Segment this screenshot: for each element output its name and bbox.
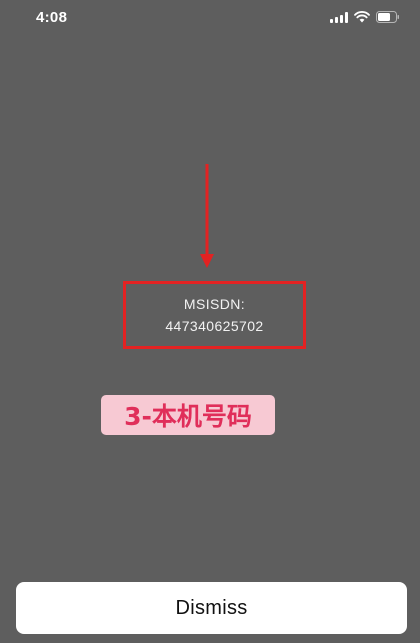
status-time: 4:08 xyxy=(36,9,68,26)
alert-screen: 4:08 MSISDN: 447340625702 3-本机号码 Dismiss xyxy=(0,0,420,643)
battery-icon xyxy=(376,11,400,23)
status-bar: 4:08 xyxy=(0,0,420,36)
msisdn-label: MSISDN: xyxy=(183,296,246,312)
dismiss-button[interactable]: Dismiss xyxy=(16,582,407,634)
red-arrow-annotation xyxy=(199,164,215,275)
msisdn-value: 447340625702 xyxy=(165,318,264,334)
annotation-label: 3-本机号码 xyxy=(101,395,275,435)
status-icons xyxy=(330,11,400,23)
msisdn-highlight-box: MSISDN: 447340625702 xyxy=(123,281,306,349)
cellular-signal-icon xyxy=(330,11,348,23)
wifi-icon xyxy=(354,11,370,23)
